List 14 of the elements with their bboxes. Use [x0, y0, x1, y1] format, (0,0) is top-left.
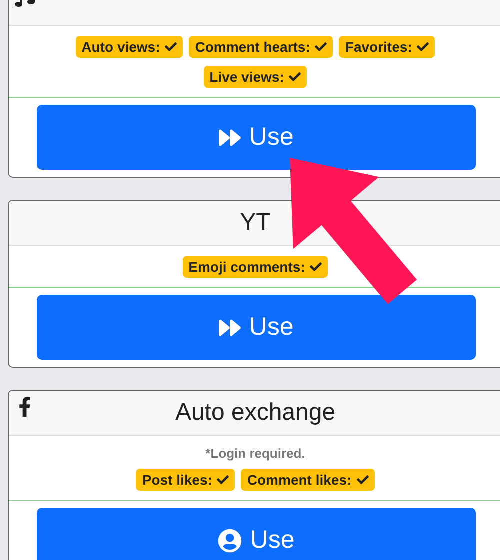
feature-badge: Emoji comments:	[182, 256, 328, 278]
feature-badge: Favorites:	[339, 36, 436, 58]
use-button[interactable]: Use	[37, 105, 476, 170]
card-title: Auto exchange	[175, 399, 336, 427]
feature-badge: Post likes:	[136, 469, 236, 491]
feature-badge: Comment likes:	[241, 469, 375, 491]
login-note: *Login required.	[206, 446, 306, 461]
card-title: YT	[240, 209, 271, 237]
use-button[interactable]: Use	[37, 508, 476, 560]
feature-badge: Comment hearts:	[189, 36, 334, 58]
user-icon	[218, 528, 242, 552]
feature-badge: Auto views:	[76, 36, 184, 58]
feature-badge: Live views:	[204, 66, 308, 88]
use-button[interactable]: Use	[37, 295, 476, 360]
